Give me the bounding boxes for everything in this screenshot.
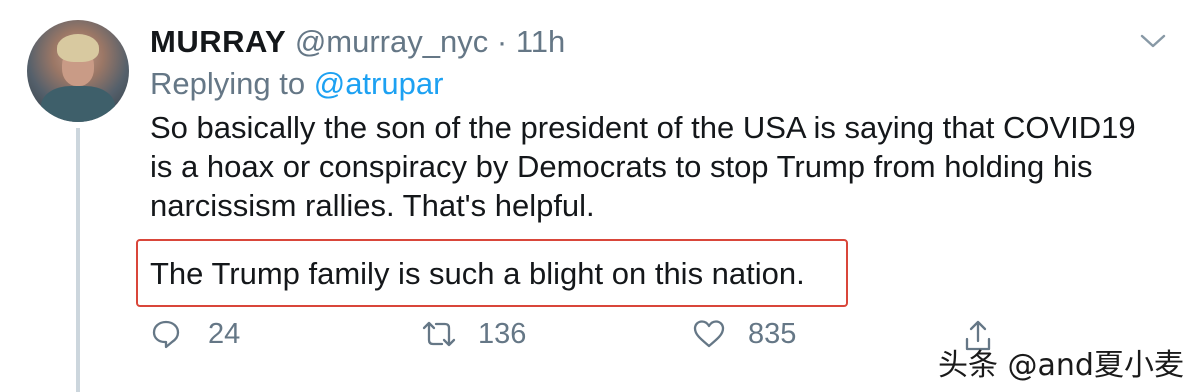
tweet-header: MURRAY @murray_nyc · 11h bbox=[150, 22, 565, 62]
watermark: 头条 @and夏小麦 bbox=[938, 348, 1184, 383]
avatar-shirt bbox=[41, 86, 115, 122]
like-icon bbox=[693, 320, 725, 348]
separator-dot: · bbox=[496, 24, 508, 59]
user-handle[interactable]: @murray_nyc bbox=[295, 24, 488, 59]
more-options-button[interactable] bbox=[1138, 26, 1168, 56]
display-name[interactable]: MURRAY bbox=[150, 24, 286, 59]
avatar-hair bbox=[57, 34, 99, 62]
like-count: 835 bbox=[748, 317, 797, 350]
replying-prefix: Replying to bbox=[150, 66, 306, 101]
replying-mention-link[interactable]: @atrupar bbox=[314, 66, 444, 101]
like-button[interactable]: 835 bbox=[692, 316, 796, 352]
avatar[interactable] bbox=[27, 20, 129, 122]
tweet-text: So basically the son of the president of… bbox=[150, 110, 1136, 223]
retweet-button[interactable]: 136 bbox=[420, 316, 526, 352]
retweet-count: 136 bbox=[478, 317, 527, 350]
retweet-icon bbox=[422, 321, 456, 347]
highlighted-sentence: The Trump family is such a blight on thi… bbox=[150, 256, 805, 291]
thread-line bbox=[76, 128, 80, 392]
reply-button[interactable]: 24 bbox=[150, 316, 240, 352]
reply-count: 24 bbox=[208, 317, 241, 350]
chevron-down-icon bbox=[1140, 34, 1166, 48]
tweet-timestamp[interactable]: 11h bbox=[516, 24, 565, 59]
replying-to: Replying to @atrupar bbox=[150, 64, 443, 104]
reply-icon bbox=[152, 320, 180, 349]
